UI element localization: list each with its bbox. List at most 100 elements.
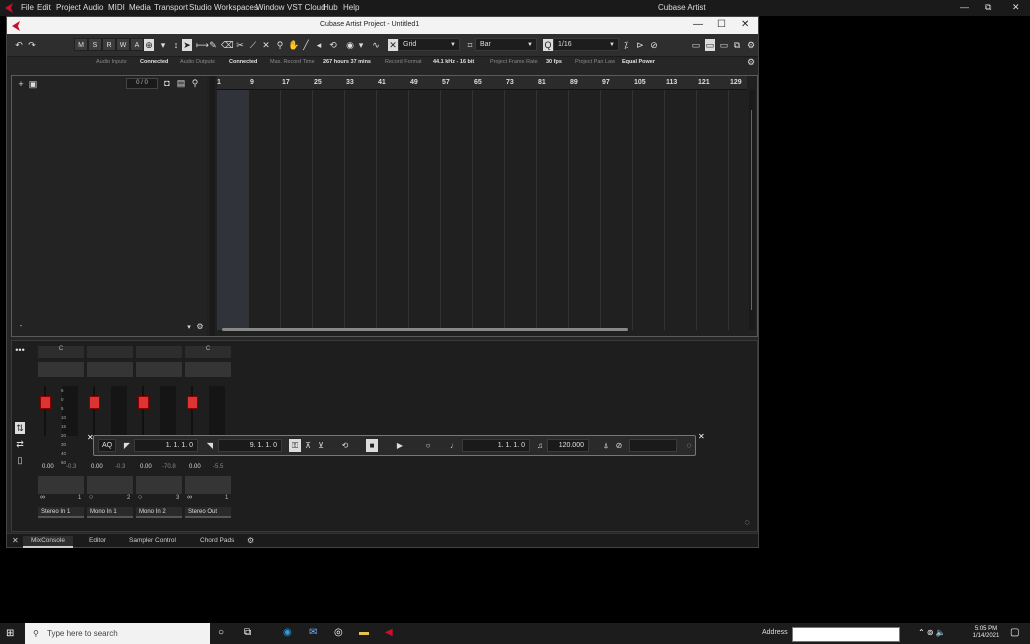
- menu-hub[interactable]: Hub: [323, 3, 338, 12]
- edge-icon[interactable]: ◉: [283, 627, 292, 638]
- vertical-zoom-bar[interactable]: [749, 90, 755, 330]
- solo-mode-button[interactable]: S: [88, 38, 102, 51]
- channel-settings[interactable]: [185, 476, 231, 494]
- punch-out-icon[interactable]: ⊻: [315, 439, 327, 452]
- metronome-icon[interactable]: ⍋: [600, 439, 612, 452]
- menu-transport[interactable]: Transport: [154, 3, 188, 12]
- channel-settings[interactable]: [136, 476, 182, 494]
- auto-scroll-icon[interactable]: ∿: [371, 39, 381, 51]
- add-folder-icon[interactable]: ▣: [28, 78, 38, 90]
- window-maximize-button[interactable]: ☐: [717, 19, 726, 30]
- settings-gear-icon[interactable]: ⚙: [247, 536, 254, 546]
- pan-control[interactable]: [136, 346, 182, 358]
- taskbar-clock[interactable]: 5:05 PM 1/14/2021: [967, 626, 1005, 640]
- color-tool-icon[interactable]: ◉: [345, 39, 355, 51]
- right-locator-icon[interactable]: ◥: [204, 439, 216, 452]
- cubase-taskbar-icon[interactable]: ◀: [385, 627, 393, 638]
- app-icon[interactable]: ◎: [334, 627, 343, 638]
- channel-name[interactable]: Stereo In 1: [38, 507, 84, 518]
- cortana-icon[interactable]: ○: [218, 627, 224, 638]
- sync-icon[interactable]: ◌: [683, 439, 695, 452]
- left-locator-icon[interactable]: ◤: [121, 439, 133, 452]
- window-minimize-button[interactable]: —: [693, 19, 703, 30]
- minus-icon[interactable]: -: [16, 321, 26, 333]
- audio-outputs-value[interactable]: Connected: [229, 59, 257, 65]
- lower-zone-icon[interactable]: ▭: [705, 39, 715, 51]
- window-layout-icon[interactable]: ⧉: [732, 39, 742, 51]
- undo-icon[interactable]: ↶: [14, 39, 24, 51]
- timewarp-tool-icon[interactable]: ⟲: [328, 39, 338, 51]
- aq-button[interactable]: AQ: [98, 439, 116, 452]
- channel-settings[interactable]: [38, 476, 84, 494]
- pan-law-value[interactable]: Equal Power: [622, 59, 655, 65]
- speaker-tool-icon[interactable]: ◂: [314, 39, 324, 51]
- mail-icon[interactable]: ✉: [309, 627, 317, 638]
- mute-tool-icon[interactable]: ✕: [261, 39, 271, 51]
- tray-icons[interactable]: ⌃ ⊚ 🔈: [918, 628, 946, 637]
- cycle-icon[interactable]: ⟲: [339, 439, 351, 452]
- record-icon[interactable]: ○: [422, 439, 434, 452]
- menu-studio[interactable]: Studio: [189, 3, 212, 12]
- tempo-icon[interactable]: ♫: [534, 439, 546, 452]
- channel-name[interactable]: Mono In 1: [87, 507, 133, 518]
- settings-gear-icon[interactable]: ⚙: [195, 321, 205, 333]
- read-automation-button[interactable]: R: [102, 38, 116, 51]
- channel-buttons[interactable]: [38, 362, 84, 377]
- menu-edit[interactable]: Edit: [37, 3, 51, 12]
- mixer-view-icon[interactable]: ⇅: [15, 422, 25, 434]
- object-select-icon[interactable]: ↕: [171, 39, 181, 51]
- snap-mode-dropdown[interactable]: Grid ▼: [398, 38, 460, 51]
- menu-project[interactable]: Project: [56, 3, 81, 12]
- window-close-button[interactable]: ✕: [741, 19, 749, 30]
- channel-settings[interactable]: [87, 476, 133, 494]
- channel-name[interactable]: Mono In 2: [136, 507, 182, 518]
- menu-midi[interactable]: MIDI: [108, 3, 125, 12]
- close-icon[interactable]: ✕: [12, 536, 19, 546]
- reset-quantize-icon[interactable]: ⊘: [649, 39, 659, 51]
- punch-in-icon[interactable]: ⊼: [302, 439, 314, 452]
- add-track-icon[interactable]: +: [16, 78, 26, 90]
- channel-buttons[interactable]: [87, 362, 133, 377]
- menu-audio[interactable]: Audio: [83, 3, 103, 12]
- meter-icon[interactable]: ▯: [15, 454, 25, 466]
- menu-vst-cloud[interactable]: VST Cloud: [287, 3, 326, 12]
- tab-mixconsole[interactable]: MixConsole: [23, 536, 73, 548]
- snap-toggle-icon[interactable]: ✕: [388, 39, 398, 51]
- max-record-value[interactable]: 267 hours 37 mins: [323, 59, 371, 65]
- channel-name[interactable]: Stereo Out: [185, 507, 231, 518]
- pan-control[interactable]: C: [38, 346, 84, 358]
- dropdown-tool-icon[interactable]: ⊕: [144, 39, 154, 51]
- settings-gear-icon[interactable]: ⚙: [746, 39, 756, 51]
- volume-fader[interactable]: [187, 396, 198, 409]
- frame-rate-value[interactable]: 30 fps: [546, 59, 562, 65]
- redo-icon[interactable]: ↷: [27, 39, 37, 51]
- right-locator-field[interactable]: 9. 1. 1. 0: [218, 439, 282, 452]
- more-options-icon[interactable]: •••: [15, 344, 25, 356]
- iterative-quantize-icon[interactable]: ⊳: [635, 39, 645, 51]
- play-icon[interactable]: ▶: [394, 439, 406, 452]
- grid-type-dropdown[interactable]: Bar ▼: [475, 38, 537, 51]
- menu-workspaces[interactable]: Workspaces: [214, 3, 258, 12]
- menu-help[interactable]: Help: [343, 3, 359, 12]
- windows-start-icon[interactable]: ⊞: [6, 628, 14, 639]
- volume-fader[interactable]: [138, 396, 149, 409]
- track-divider[interactable]: [210, 76, 215, 336]
- app-minimize-button[interactable]: —: [960, 2, 969, 12]
- horizontal-scrollbar[interactable]: [222, 328, 628, 331]
- record-format-value[interactable]: 44.1 kHz - 16 bit: [433, 59, 474, 65]
- lock-icon[interactable]: ⚿: [289, 439, 301, 452]
- range-tool-icon[interactable]: ⟼: [196, 39, 209, 51]
- stop-icon[interactable]: ■: [366, 439, 378, 452]
- volume-value[interactable]: 0.00: [42, 464, 54, 470]
- volume-fader[interactable]: [89, 396, 100, 409]
- chevron-down-icon[interactable]: ▾: [158, 39, 168, 51]
- glue-tool-icon[interactable]: ⟋: [248, 39, 258, 51]
- pan-control[interactable]: [87, 346, 133, 358]
- app-close-button[interactable]: ✕: [1012, 2, 1020, 13]
- stereo-link-icon[interactable]: ∞: [40, 494, 45, 501]
- task-view-icon[interactable]: ⧉: [244, 627, 251, 638]
- tab-chord-pads[interactable]: Chord Pads: [200, 536, 234, 546]
- quantize-dropdown[interactable]: 1/16 ▼: [553, 38, 619, 51]
- erase-tool-icon[interactable]: ⌫: [221, 39, 234, 51]
- automation-mode-button[interactable]: A: [130, 38, 144, 51]
